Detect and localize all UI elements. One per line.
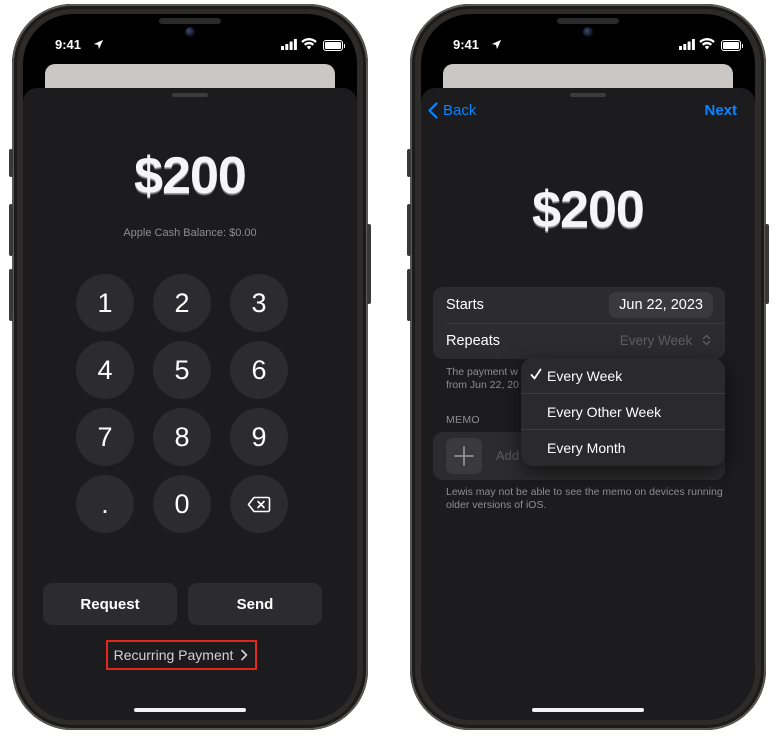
status-bar: 9:41: [23, 34, 357, 58]
wifi-icon: [699, 38, 715, 50]
memo-placeholder: Add: [496, 448, 520, 463]
chevron-left-icon: [428, 102, 438, 119]
recurring-payment-label: Recurring Payment: [113, 647, 234, 663]
status-time: 9:41: [453, 37, 480, 52]
left-phone: 9:41 $200 Apple Cash Balance: $0.00 1 2 …: [9, 4, 371, 730]
chevron-right-icon: [241, 649, 248, 661]
memo-compat-note: Lewis may not be able to see the memo on…: [446, 486, 723, 511]
repeats-label: Repeats: [446, 333, 501, 349]
menu-item-label: Every Month: [547, 440, 626, 456]
memo-section-label: MEMO: [446, 414, 480, 426]
repeats-selector[interactable]: Every Week: [620, 333, 711, 348]
key-6[interactable]: 6: [230, 341, 288, 399]
cellular-signal-icon: [281, 39, 297, 50]
location-arrow-icon: [491, 39, 502, 50]
key-3[interactable]: 3: [230, 274, 288, 332]
mute-switch: [407, 149, 411, 177]
status-time: 9:41: [55, 37, 82, 52]
number-keypad: 1 2 3 4 5 6 7 8 9 . 0: [76, 274, 288, 534]
repeats-value: Every Week: [619, 333, 693, 348]
key-1[interactable]: 1: [76, 274, 134, 332]
delete-backspace-icon: [247, 496, 271, 512]
amount-display: $200: [532, 181, 645, 239]
request-button[interactable]: Request: [43, 583, 177, 625]
speaker-grill: [159, 18, 221, 24]
repeat-frequency-menu: Every Week Every Other Week Every Month: [521, 358, 725, 466]
volume-down-button: [9, 269, 13, 321]
key-0[interactable]: 0: [153, 475, 211, 533]
send-button[interactable]: Send: [188, 583, 322, 625]
wifi-icon: [301, 38, 317, 50]
payment-sheet: $200 Apple Cash Balance: $0.00 1 2 3 4 5…: [23, 88, 357, 720]
menu-item-every-week[interactable]: Every Week: [521, 358, 725, 394]
row-divider: [446, 323, 725, 324]
key-8[interactable]: 8: [153, 408, 211, 466]
status-bar: 9:41: [421, 34, 755, 58]
schedule-group: Starts Jun 22, 2023 Repeats Every Week: [433, 287, 725, 359]
power-button: [367, 224, 371, 304]
menu-item-label: Every Other Week: [547, 404, 662, 420]
sheet-grabber[interactable]: [172, 93, 208, 97]
add-memo-button[interactable]: [446, 438, 482, 474]
mute-switch: [9, 149, 13, 177]
right-phone: 9:41 Back Next $200 Starts Jun 22, 2023 …: [407, 4, 769, 730]
speaker-grill: [557, 18, 619, 24]
home-indicator[interactable]: [134, 708, 246, 712]
chevron-updown-icon: [702, 334, 711, 346]
cash-balance-text: Apple Cash Balance: $0.00: [123, 227, 257, 239]
menu-item-every-other-week[interactable]: Every Other Week: [521, 394, 725, 430]
volume-up-button: [407, 204, 411, 256]
recurring-payment-sheet: Back Next $200 Starts Jun 22, 2023 Repea…: [421, 88, 755, 720]
key-7[interactable]: 7: [76, 408, 134, 466]
back-button[interactable]: Back: [427, 102, 476, 119]
cellular-signal-icon: [679, 39, 695, 50]
amount-display: $200: [134, 147, 247, 205]
starts-label: Starts: [446, 297, 484, 313]
location-arrow-icon: [93, 39, 104, 50]
next-button[interactable]: Next: [704, 102, 737, 119]
key-delete[interactable]: [230, 475, 288, 533]
key-decimal[interactable]: .: [76, 475, 134, 533]
menu-item-every-month[interactable]: Every Month: [521, 430, 725, 466]
power-button: [765, 224, 769, 304]
battery-icon: [721, 40, 743, 51]
checkmark-icon: [530, 368, 542, 380]
key-4[interactable]: 4: [76, 341, 134, 399]
key-5[interactable]: 5: [153, 341, 211, 399]
right-screen: 9:41 Back Next $200 Starts Jun 22, 2023 …: [421, 14, 755, 720]
plus-icon: [454, 446, 474, 466]
recurring-payment-button[interactable]: Recurring Payment: [106, 640, 257, 670]
key-9[interactable]: 9: [230, 408, 288, 466]
key-2[interactable]: 2: [153, 274, 211, 332]
start-date-picker[interactable]: Jun 22, 2023: [609, 292, 713, 318]
home-indicator[interactable]: [532, 708, 644, 712]
back-label: Back: [443, 102, 477, 119]
volume-down-button: [407, 269, 411, 321]
menu-item-label: Every Week: [547, 368, 623, 384]
battery-icon: [323, 40, 345, 51]
volume-up-button: [9, 204, 13, 256]
left-screen: 9:41 $200 Apple Cash Balance: $0.00 1 2 …: [23, 14, 357, 720]
sheet-grabber[interactable]: [570, 93, 606, 97]
